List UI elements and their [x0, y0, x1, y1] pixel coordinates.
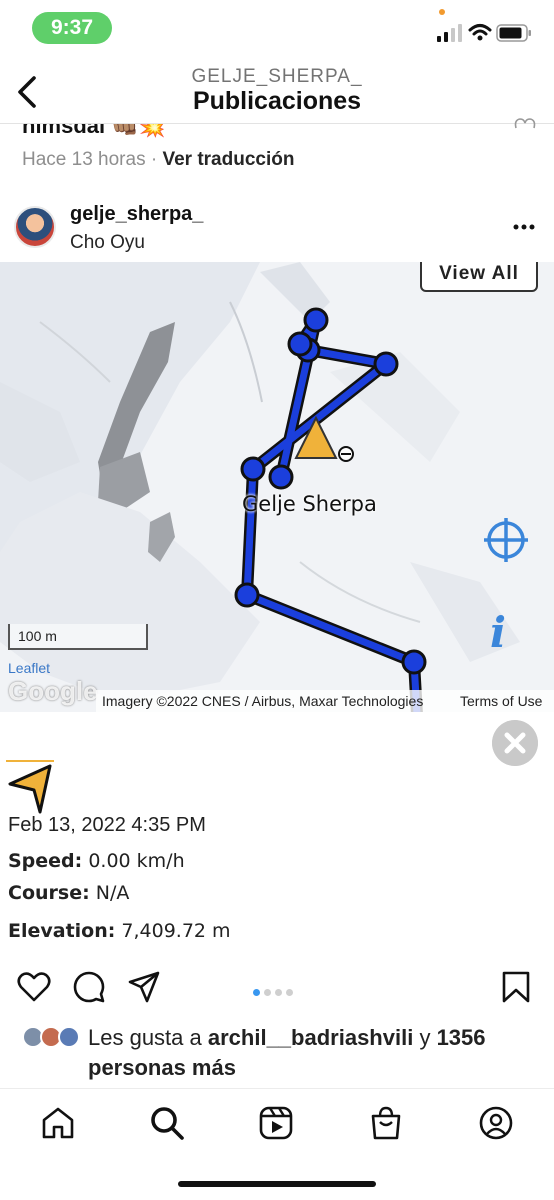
share-icon[interactable] — [127, 970, 161, 1004]
route-waypoint[interactable] — [287, 331, 313, 357]
route-waypoint[interactable] — [240, 456, 266, 482]
locate-me-icon[interactable] — [482, 516, 530, 564]
likes-prefix: Les gusta a — [88, 1025, 202, 1050]
google-logo: Google — [8, 676, 98, 706]
navigation-arrow-icon — [8, 764, 52, 814]
map-view[interactable]: View All Gelje Sherpa i 100 m Leaflet Go… — [0, 262, 554, 712]
bottom-nav — [0, 1088, 554, 1200]
info-icon[interactable]: i — [490, 608, 506, 657]
panel-clip — [0, 950, 554, 960]
header-username: GELJE_SHERPA_ — [191, 66, 363, 87]
route-line — [243, 316, 421, 712]
likes-count[interactable]: 1356 — [437, 1025, 486, 1050]
wifi-icon — [468, 24, 492, 41]
route-waypoint[interactable] — [234, 582, 260, 608]
likes-user[interactable]: archil__badriashvili — [208, 1025, 413, 1050]
shop-icon[interactable] — [368, 1105, 404, 1141]
profile-icon[interactable] — [478, 1105, 514, 1141]
likes-summary[interactable]: Les gusta a archil__badriashvili y 1356 … — [88, 1023, 538, 1083]
save-icon[interactable] — [499, 970, 533, 1004]
status-time: 9:37 — [32, 12, 112, 44]
more-options-icon[interactable] — [513, 224, 535, 230]
speed-value: 0.00 km/h — [88, 850, 185, 872]
route-waypoint[interactable] — [303, 307, 329, 333]
signal-icon — [437, 24, 462, 42]
map-scale: 100 m — [8, 624, 148, 650]
translate-link[interactable]: Ver traducción — [162, 149, 294, 170]
terms-link[interactable]: Terms of Use — [460, 693, 542, 709]
search-icon[interactable] — [149, 1105, 185, 1141]
course-row: Course: N/A — [8, 882, 129, 904]
likes-suffix[interactable]: personas más — [88, 1055, 236, 1080]
carousel-dot — [275, 989, 282, 996]
route-waypoint[interactable] — [268, 464, 294, 490]
collapse-icon[interactable] — [338, 446, 354, 462]
elevation-row: Elevation: 7,409.72 m — [8, 920, 231, 942]
elevation-value: 7,409.72 m — [121, 920, 231, 942]
battery-icon — [496, 24, 531, 42]
home-icon[interactable] — [40, 1105, 76, 1141]
map-attribution: Imagery ©2022 CNES / Airbus, Maxar Techn… — [96, 690, 554, 712]
reels-icon[interactable] — [258, 1105, 294, 1141]
privacy-indicator — [439, 9, 445, 15]
imagery-credit: Imagery ©2022 CNES / Airbus, Maxar Techn… — [102, 693, 424, 709]
course-value: N/A — [95, 882, 130, 904]
route-waypoint[interactable] — [373, 351, 399, 377]
point-date: Feb 13, 2022 4:35 PM — [8, 814, 206, 836]
liker-avatar[interactable] — [58, 1026, 80, 1048]
speed-row: Speed: 0.00 km/h — [8, 850, 185, 872]
post-username[interactable]: gelje_sherpa_ — [70, 203, 203, 226]
post-location[interactable]: Cho Oyu — [70, 232, 145, 254]
carousel-indicator — [253, 983, 297, 1001]
home-indicator — [178, 1181, 376, 1187]
route-waypoint[interactable] — [401, 649, 427, 675]
leaflet-link[interactable]: Leaflet — [8, 660, 50, 676]
elevation-label: Elevation: — [8, 920, 116, 942]
avatar[interactable] — [14, 206, 56, 248]
carousel-dot — [286, 989, 293, 996]
likes-middle: y — [419, 1025, 431, 1050]
page-title: Publicaciones — [192, 87, 362, 115]
close-button[interactable] — [492, 720, 538, 766]
page-header: GELJE_SHERPA_ Publicaciones — [0, 56, 554, 124]
marker-label: Gelje Sherpa — [242, 492, 377, 516]
course-label: Course: — [8, 882, 90, 904]
view-all-button[interactable]: View All — [420, 262, 538, 292]
status-bar: 9:37 — [0, 0, 554, 56]
time-ago: Hace 13 horas — [22, 149, 146, 170]
heart-icon[interactable] — [514, 118, 536, 134]
like-icon[interactable] — [17, 970, 51, 1004]
comment-icon[interactable] — [72, 970, 106, 1004]
previous-post-meta: Hace 13 horas · Ver traducción — [22, 149, 294, 171]
carousel-dot — [253, 989, 260, 996]
speed-label: Speed: — [8, 850, 83, 872]
carousel-dot — [264, 989, 271, 996]
meta-separator: · — [150, 149, 158, 170]
